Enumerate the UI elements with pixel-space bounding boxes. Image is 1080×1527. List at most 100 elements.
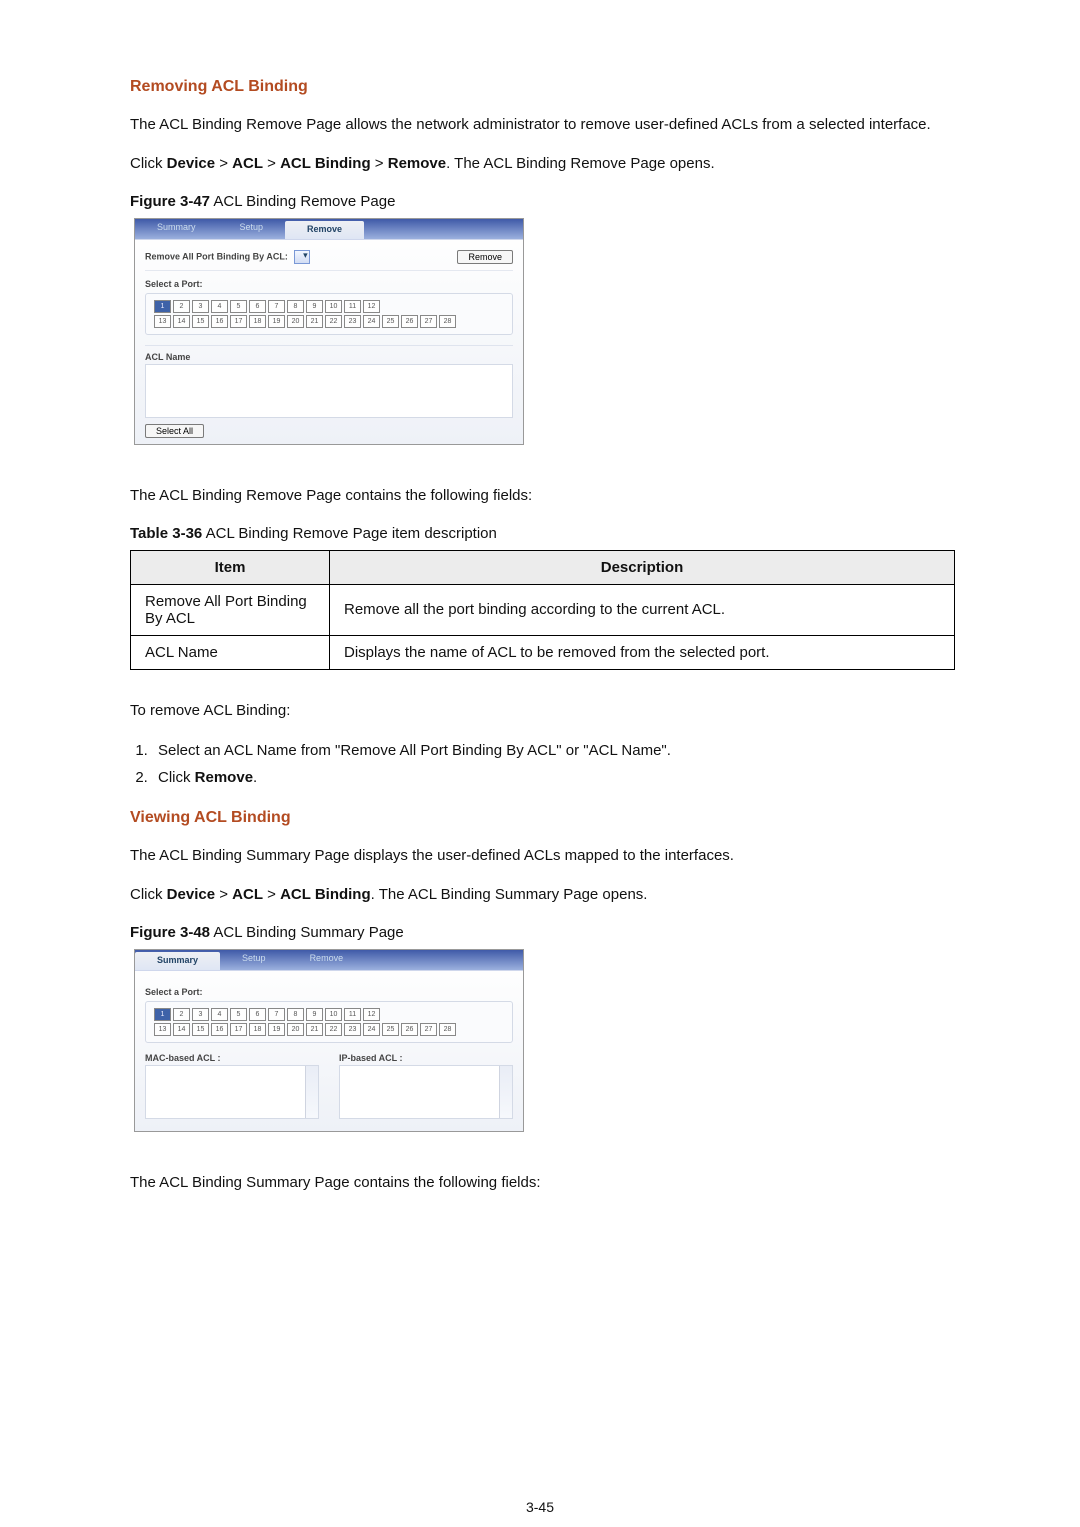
port-15[interactable]: 15 <box>192 1023 209 1036</box>
step-2: Click Remove. <box>152 765 955 792</box>
mac-acl-label: MAC-based ACL : <box>145 1053 319 1063</box>
port-16[interactable]: 16 <box>211 315 228 328</box>
port-20[interactable]: 20 <box>287 1023 304 1036</box>
remove-button[interactable]: Remove <box>457 250 513 264</box>
port-18[interactable]: 18 <box>249 315 266 328</box>
port-25[interactable]: 25 <box>382 1023 399 1036</box>
port-7[interactable]: 7 <box>268 300 285 313</box>
port-selector-2: 123456789101112 131415161718192021222324… <box>145 1001 513 1043</box>
port-28[interactable]: 28 <box>439 315 456 328</box>
port-16[interactable]: 16 <box>211 1023 228 1036</box>
port-row-bottom: 13141516171819202122232425262728 <box>154 315 504 328</box>
screenshot-acl-summary: Summary Setup Remove Select a Port: 1234… <box>134 949 524 1132</box>
port-1[interactable]: 1 <box>154 300 171 313</box>
port-9[interactable]: 9 <box>306 1008 323 1021</box>
port-row-top: 123456789101112 <box>154 300 504 313</box>
port-26[interactable]: 26 <box>401 315 418 328</box>
select-all-button[interactable]: Select All <box>145 424 204 438</box>
port-2[interactable]: 2 <box>173 1008 190 1021</box>
port-10[interactable]: 10 <box>325 1008 342 1021</box>
tab-remove-2[interactable]: Remove <box>288 950 366 970</box>
port-19[interactable]: 19 <box>268 1023 285 1036</box>
figure-caption-2: Figure 3-48 ACL Binding Summary Page <box>130 922 955 945</box>
port-28[interactable]: 28 <box>439 1023 456 1036</box>
port-4[interactable]: 4 <box>211 300 228 313</box>
ip-acl-label: IP-based ACL : <box>339 1053 513 1063</box>
port-23[interactable]: 23 <box>344 1023 361 1036</box>
remove-by-acl-label: Remove All Port Binding By ACL: <box>145 251 288 261</box>
th-desc: Description <box>330 550 955 584</box>
port-11[interactable]: 11 <box>344 300 361 313</box>
select-port-label: Select a Port: <box>145 279 513 289</box>
port-27[interactable]: 27 <box>420 315 437 328</box>
port-14[interactable]: 14 <box>173 1023 190 1036</box>
ip-acl-list[interactable] <box>339 1065 513 1119</box>
tab-setup[interactable]: Setup <box>218 219 286 239</box>
port-14[interactable]: 14 <box>173 315 190 328</box>
port-3[interactable]: 3 <box>192 300 209 313</box>
port-21[interactable]: 21 <box>306 315 323 328</box>
port-selector: 123456789101112 131415161718192021222324… <box>145 293 513 335</box>
port-8[interactable]: 8 <box>287 1008 304 1021</box>
port-5[interactable]: 5 <box>230 300 247 313</box>
port-22[interactable]: 22 <box>325 1023 342 1036</box>
mac-acl-list[interactable] <box>145 1065 319 1119</box>
nav-path-2: Click Device > ACL > ACL Binding. The AC… <box>130 884 955 907</box>
port-24[interactable]: 24 <box>363 315 380 328</box>
port-2[interactable]: 2 <box>173 300 190 313</box>
port-row-top-2: 123456789101112 <box>154 1008 504 1021</box>
table-caption: Table 3-36 ACL Binding Remove Page item … <box>130 523 955 546</box>
tab-bar-2: Summary Setup Remove <box>135 950 523 970</box>
acl-name-list[interactable] <box>145 364 513 418</box>
port-23[interactable]: 23 <box>344 315 361 328</box>
port-6[interactable]: 6 <box>249 1008 266 1021</box>
tab-summary-2[interactable]: Summary <box>135 952 220 970</box>
section-heading-viewing: Viewing ACL Binding <box>130 809 955 827</box>
port-row-bottom-2: 13141516171819202122232425262728 <box>154 1023 504 1036</box>
port-1[interactable]: 1 <box>154 1008 171 1021</box>
port-3[interactable]: 3 <box>192 1008 209 1021</box>
tab-remove[interactable]: Remove <box>285 221 364 239</box>
port-21[interactable]: 21 <box>306 1023 323 1036</box>
row-desc-2: Displays the name of ACL to be removed f… <box>330 635 955 669</box>
tab-summary[interactable]: Summary <box>135 219 218 239</box>
port-15[interactable]: 15 <box>192 315 209 328</box>
port-7[interactable]: 7 <box>268 1008 285 1021</box>
nav-path: Click Device > ACL > ACL Binding > Remov… <box>130 153 955 176</box>
port-8[interactable]: 8 <box>287 300 304 313</box>
row-item-2: ACL Name <box>131 635 330 669</box>
th-item: Item <box>131 550 330 584</box>
port-17[interactable]: 17 <box>230 315 247 328</box>
tab-bar: Summary Setup Remove <box>135 219 523 239</box>
port-13[interactable]: 13 <box>154 315 171 328</box>
port-13[interactable]: 13 <box>154 1023 171 1036</box>
port-18[interactable]: 18 <box>249 1023 266 1036</box>
port-12[interactable]: 12 <box>363 1008 380 1021</box>
acl-dropdown[interactable] <box>294 250 310 264</box>
tab-setup-2[interactable]: Setup <box>220 950 288 970</box>
fields-intro-2: The ACL Binding Summary Page contains th… <box>130 1172 955 1195</box>
page-number: 3-45 <box>0 1499 1080 1515</box>
screenshot-acl-remove: Summary Setup Remove Remove All Port Bin… <box>134 218 524 445</box>
port-9[interactable]: 9 <box>306 300 323 313</box>
port-27[interactable]: 27 <box>420 1023 437 1036</box>
port-26[interactable]: 26 <box>401 1023 418 1036</box>
port-25[interactable]: 25 <box>382 315 399 328</box>
step-1: Select an ACL Name from "Remove All Port… <box>152 738 955 765</box>
item-description-table: Item Description Remove All Port Binding… <box>130 550 955 670</box>
port-5[interactable]: 5 <box>230 1008 247 1021</box>
figure-caption: Figure 3-47 ACL Binding Remove Page <box>130 191 955 214</box>
port-17[interactable]: 17 <box>230 1023 247 1036</box>
port-12[interactable]: 12 <box>363 300 380 313</box>
acl-name-label: ACL Name <box>145 352 513 362</box>
fields-intro: The ACL Binding Remove Page contains the… <box>130 485 955 508</box>
port-22[interactable]: 22 <box>325 315 342 328</box>
steps-list: Select an ACL Name from "Remove All Port… <box>152 738 955 791</box>
port-6[interactable]: 6 <box>249 300 266 313</box>
port-4[interactable]: 4 <box>211 1008 228 1021</box>
port-24[interactable]: 24 <box>363 1023 380 1036</box>
port-20[interactable]: 20 <box>287 315 304 328</box>
port-19[interactable]: 19 <box>268 315 285 328</box>
port-10[interactable]: 10 <box>325 300 342 313</box>
port-11[interactable]: 11 <box>344 1008 361 1021</box>
